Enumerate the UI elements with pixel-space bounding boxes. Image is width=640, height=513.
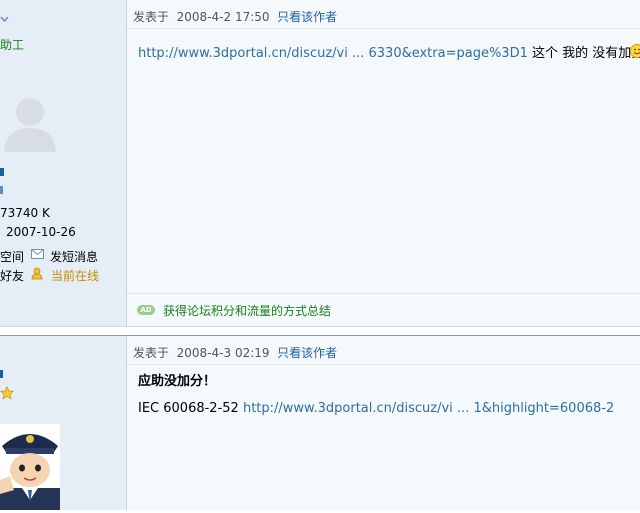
author-only-link[interactable]: 只看该作者 [277,346,337,360]
add-friend-link[interactable]: 好友 [0,267,24,284]
posted-time: 2008-4-2 17:50 [177,10,270,24]
post-1-main: 发表于 2008-4-2 17:50 只看该作者 http://www.3dpo… [127,0,640,326]
post-2-main: 发表于 2008-4-3 02:19 只看该作者 应助没加分！ IEC 6006… [127,336,640,510]
user-online-icon [31,267,43,280]
post-2-link[interactable]: http://www.3dportal.cn/discuz/vi ... 1&h… [243,401,614,416]
user-title: 助工 [0,36,24,53]
post-1-meta: 发表于 2008-4-2 17:50 只看该作者 [127,0,640,29]
post-1: 助工 73740 K 2007-10-26 空间 发短消息 好友 当前在线 发表… [0,0,640,326]
post-2-meta: 发表于 2008-4-3 02:19 只看该作者 [127,336,640,365]
post-1-content: http://www.3dportal.cn/discuz/vi ... 633… [138,46,640,62]
collapse-icon[interactable] [0,12,9,20]
post-1-sidebar: 助工 73740 K 2007-10-26 空间 发短消息 好友 当前在线 [0,0,127,326]
post-2-heading: 应助没加分！ [138,374,216,390]
post-1-link[interactable]: http://www.3dportal.cn/discuz/vi ... 633… [138,46,528,61]
smiley-icon [630,44,640,58]
post-2: 发表于 2008-4-3 02:19 只看该作者 应助没加分！ IEC 6006… [0,336,640,510]
user-space-link[interactable]: 空间 [0,248,24,265]
post-2-body: IEC 60068-2-52 [138,401,243,416]
user-points: 73740 K [0,206,50,220]
ad-link[interactable]: 获得论坛积分和流量的方式总结 [163,302,331,319]
user-rank-mark [0,168,4,176]
online-status: 当前在线 [51,267,99,284]
send-message-link[interactable]: 发短消息 [50,248,98,265]
envelope-icon [31,249,44,260]
author-only-link[interactable]: 只看该作者 [277,10,337,24]
post-2-content: IEC 60068-2-52 http://www.3dportal.cn/di… [138,401,614,417]
user-reg-date: 2007-10-26 [6,225,76,239]
ad-bar: AD 获得论坛积分和流量的方式总结 [127,293,640,327]
posted-label: 发表于 [133,346,169,360]
post-separator [0,326,640,336]
ad-badge: AD [137,305,155,315]
user-rank-mark-2 [0,186,3,194]
post-2-sidebar [0,336,127,510]
post-1-body: 这个 我的 没有加分 [528,46,640,61]
posted-label: 发表于 [133,10,169,24]
police-cartoon-avatar [0,424,60,510]
default-avatar-icon [0,92,60,154]
user-rank-mark [0,370,3,378]
star-icon [0,386,14,400]
posted-time: 2008-4-3 02:19 [177,346,270,360]
